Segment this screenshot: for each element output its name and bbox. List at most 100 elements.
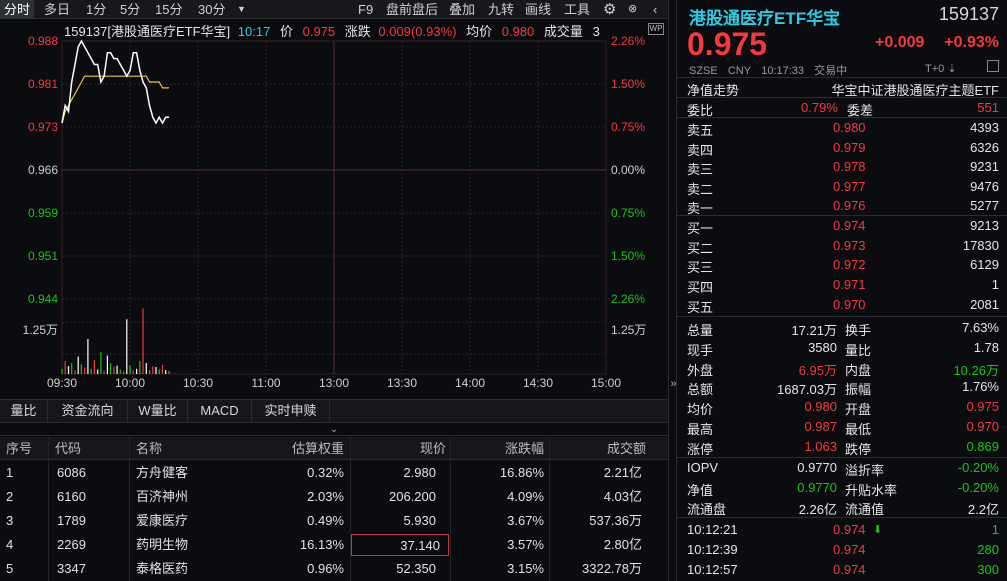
iopv-label: 溢折率 bbox=[845, 463, 885, 478]
chart-svg: 0.988 2.26% 0.981 1.50% 0.973 0.75% 0.966 0.00%… bbox=[23, 34, 647, 390]
chart-avg-label: 均价 bbox=[466, 24, 493, 39]
wb-value: 0.79% bbox=[801, 100, 838, 115]
cell-code: 2269 bbox=[57, 537, 86, 552]
col-index[interactable]: 序号 bbox=[6, 437, 32, 460]
tab-multiday[interactable]: 多日 bbox=[44, 0, 70, 19]
iopv-value: 0.9770 bbox=[797, 479, 837, 495]
iopv-label: 升贴水率 bbox=[845, 482, 898, 498]
tab-intraday[interactable]: 分时 bbox=[0, 0, 35, 19]
stat-label: 换手 bbox=[845, 323, 872, 338]
stat-label: 最低 bbox=[845, 422, 872, 437]
tab-15min[interactable]: 15分 bbox=[155, 0, 182, 19]
draw-line-button[interactable]: 画线 bbox=[525, 0, 551, 19]
tab-macd[interactable]: MACD bbox=[188, 400, 252, 422]
table-row[interactable]: 2 6160 百济神州 2.03% 206.200 4.09% 4.03亿 bbox=[0, 485, 668, 509]
period-toolbar: 分时 多日 1分 5分 15分 30分 ▼ F9 盘前盘后 叠加 九转 画线 工… bbox=[0, 0, 668, 19]
stat-label: 现手 bbox=[687, 342, 714, 358]
cell-code: 1789 bbox=[57, 513, 86, 528]
table-row[interactable]: 3 1789 爱康医疗 0.49% 5.930 3.67% 537.36万 bbox=[0, 509, 668, 533]
tab-realtime-subscription[interactable]: 实时申赎 bbox=[252, 400, 330, 422]
period-dropdown-icon[interactable]: ▼ bbox=[237, 0, 246, 19]
chevron-left-icon[interactable]: ‹ bbox=[653, 0, 657, 19]
cell-weight: 0.96% bbox=[307, 561, 344, 576]
cell-price: 2.980 bbox=[403, 465, 436, 480]
left-panel: 分时 多日 1分 5分 15分 30分 ▼ F9 盘前盘后 叠加 九转 画线 工… bbox=[0, 0, 668, 581]
y-pct-tick-label: 0.75% bbox=[611, 206, 645, 220]
constituents-table-header: 序号 代码 名称 估算权重 现价 涨跌幅 成交额 bbox=[0, 437, 668, 460]
bid-volume: 9213 bbox=[970, 218, 999, 233]
stat-value: 1.063 bbox=[804, 438, 837, 454]
y-pct-tick-label: 0.75% bbox=[611, 120, 645, 134]
trade-time: 10:12:39 bbox=[687, 542, 738, 557]
y-pct-tick-label: 2.26% bbox=[611, 292, 645, 306]
col-code[interactable]: 代码 bbox=[55, 437, 81, 460]
f9-button[interactable]: F9 bbox=[358, 0, 373, 19]
trade-price: 0.974 bbox=[833, 562, 866, 577]
stat-label: 涨停 bbox=[687, 441, 714, 457]
overlay-button[interactable]: 叠加 bbox=[449, 0, 475, 19]
intraday-chart[interactable]: 0.988 2.26% 0.981 1.50% 0.973 0.75% 0.966 0.00%… bbox=[0, 19, 668, 399]
cell-change-pct: 16.86% bbox=[499, 465, 544, 480]
trade-time: 10:12:57 bbox=[687, 562, 738, 577]
cell-price-highlighted: 37.140 bbox=[351, 534, 449, 556]
tab-30min[interactable]: 30分 bbox=[198, 0, 225, 19]
cell-weight: 0.32% bbox=[307, 465, 344, 480]
price-change-pct: +0.93% bbox=[944, 34, 999, 51]
cell-turnover: 4.03亿 bbox=[603, 489, 642, 504]
stat-label: 开盘 bbox=[845, 402, 872, 418]
tab-w-volume-ratio[interactable]: W量比 bbox=[128, 400, 188, 422]
y-pct-tick-label: 0.00% bbox=[611, 163, 645, 177]
bid-level-label: 买二 bbox=[687, 240, 714, 256]
col-change-pct[interactable]: 涨跌幅 bbox=[470, 437, 544, 460]
wp-badge[interactable]: WP bbox=[648, 23, 664, 35]
nine-turn-button[interactable]: 九转 bbox=[488, 0, 514, 19]
cell-change-pct: 4.09% bbox=[507, 489, 544, 504]
cell-index: 1 bbox=[6, 465, 14, 480]
cell-index: 2 bbox=[6, 489, 14, 504]
table-row[interactable]: 5 3347 泰格医药 0.96% 52.350 3.15% 3322.78万 bbox=[0, 557, 668, 581]
bid-volume: 6129 bbox=[970, 257, 999, 273]
col-turnover[interactable]: 成交额 bbox=[560, 437, 646, 460]
bid-volume: 1 bbox=[991, 277, 999, 293]
cell-code: 3347 bbox=[57, 561, 86, 576]
chart-avg: 0.980 bbox=[501, 24, 535, 39]
t0-text: T+0 bbox=[925, 63, 945, 75]
cell-index: 3 bbox=[6, 513, 14, 528]
y-pct-tick-label: 1.50% bbox=[611, 77, 645, 91]
tab-5min[interactable]: 5分 bbox=[120, 0, 140, 19]
tab-1min[interactable]: 1分 bbox=[86, 0, 106, 19]
col-weight[interactable]: 估算权重 bbox=[282, 437, 344, 460]
col-price[interactable]: 现价 bbox=[380, 437, 446, 460]
stat-label: 振幅 bbox=[845, 382, 872, 398]
bid-volume: 2081 bbox=[970, 296, 999, 312]
stat-label: 均价 bbox=[687, 402, 714, 418]
cell-turnover: 3322.78万 bbox=[582, 561, 642, 576]
tab-volume-ratio[interactable]: 量比 bbox=[0, 400, 48, 422]
trade-volume: 300 bbox=[977, 562, 999, 577]
stat-label: 内盘 bbox=[845, 362, 872, 378]
collapse-chevron-icon[interactable]: ⌄ bbox=[0, 423, 668, 436]
cell-turnover: 2.80亿 bbox=[603, 537, 642, 552]
table-row[interactable]: 4 2269 药明生物 16.13% 37.140 3.57% 2.80亿 bbox=[0, 533, 668, 557]
close-icon[interactable]: ⊗ bbox=[628, 0, 637, 19]
layout-icon[interactable] bbox=[987, 60, 999, 72]
stat-value: 0.980 bbox=[804, 399, 837, 415]
t0-dropdown-icon[interactable]: ⇣ bbox=[947, 63, 956, 75]
tools-button[interactable]: 工具 bbox=[564, 0, 590, 19]
settings-icon[interactable]: ⚙ bbox=[603, 0, 616, 19]
iopv-value: 2.2亿 bbox=[967, 502, 999, 517]
cell-price: 206.200 bbox=[389, 489, 436, 504]
last-price: 0.975 bbox=[687, 26, 768, 62]
bid-level-label: 买五 bbox=[687, 299, 714, 315]
tab-capital-flow[interactable]: 资金流向 bbox=[48, 400, 128, 422]
premarket-button[interactable]: 盘前盘后 bbox=[386, 0, 438, 19]
cell-change-pct: 3.57% bbox=[507, 537, 544, 552]
bid-level-label: 买四 bbox=[687, 280, 714, 296]
table-row[interactable]: 1 6086 方舟健客 0.32% 2.980 16.86% 2.21亿 bbox=[0, 461, 668, 485]
stat-label: 跌停 bbox=[845, 441, 872, 457]
chart-price: 0.975 bbox=[302, 24, 336, 39]
cell-turnover: 2.21亿 bbox=[603, 465, 642, 480]
x-tick-label: 13:30 bbox=[387, 376, 417, 390]
panel-divider[interactable]: » bbox=[668, 0, 677, 581]
col-name[interactable]: 名称 bbox=[136, 437, 162, 460]
